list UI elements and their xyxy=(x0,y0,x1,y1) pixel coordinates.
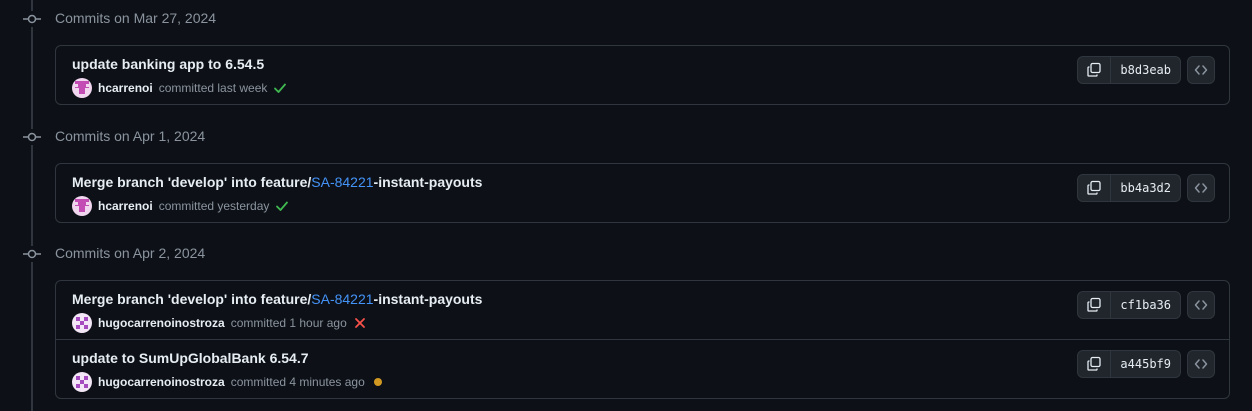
commit-row: Merge branch 'develop' into feature/SA-8… xyxy=(56,281,1229,339)
commit-message-text[interactable]: update banking app to 6.54.5 xyxy=(72,56,264,72)
commit-actions: bb4a3d2 xyxy=(1077,174,1215,202)
browse-code-icon[interactable] xyxy=(1187,350,1215,378)
commit-sha-link[interactable]: a445bf9 xyxy=(1111,351,1180,377)
commit-list: Merge branch 'develop' into feature/SA-8… xyxy=(55,280,1230,399)
avatar[interactable] xyxy=(72,372,92,392)
commit-actions: b8d3eab xyxy=(1077,56,1215,84)
commit-group-header: Commits on Apr 1, 2024 xyxy=(0,125,600,149)
commit-group-date: Commits on Apr 1, 2024 xyxy=(55,128,206,144)
issue-link[interactable]: SA-84221 xyxy=(311,291,373,307)
sha-button-group: bb4a3d2 xyxy=(1077,174,1181,202)
commit-sha-link[interactable]: b8d3eab xyxy=(1111,57,1180,83)
author-name[interactable]: hcarrenoi xyxy=(98,81,153,95)
commit-message[interactable]: Merge branch 'develop' into feature/SA-8… xyxy=(72,174,482,190)
author-name[interactable]: hugocarrenoinostroza xyxy=(98,316,225,330)
commit-message-text[interactable]: update to SumUpGlobalBank 6.54.7 xyxy=(72,350,309,366)
commit-time: committed last week xyxy=(158,81,268,95)
success-check-icon[interactable] xyxy=(273,81,287,95)
commit-node-icon xyxy=(23,246,41,262)
copy-icon[interactable] xyxy=(1078,57,1112,83)
commit-message-text[interactable]: -instant-payouts xyxy=(374,291,483,307)
avatar[interactable] xyxy=(72,196,92,216)
commit-message[interactable]: update to SumUpGlobalBank 6.54.7 xyxy=(72,350,309,366)
author-name[interactable]: hcarrenoi xyxy=(98,199,153,213)
commit-list: update banking app to 6.54.5 hcarrenoi c… xyxy=(55,45,1230,105)
commit-node-icon xyxy=(23,11,41,27)
pending-dot-icon[interactable] xyxy=(371,375,385,389)
success-check-icon[interactable] xyxy=(275,199,289,213)
commit-group-header: Commits on Mar 27, 2024 xyxy=(0,7,600,31)
commit-group-date: Commits on Apr 2, 2024 xyxy=(55,245,206,261)
commit-time: committed yesterday xyxy=(158,199,270,213)
commit-message[interactable]: Merge branch 'develop' into feature/SA-8… xyxy=(72,291,482,307)
commit-group-date: Commits on Mar 27, 2024 xyxy=(55,10,217,26)
commit-list: Merge branch 'develop' into feature/SA-8… xyxy=(55,163,1230,223)
browse-code-icon[interactable] xyxy=(1187,56,1215,84)
commit-meta: hugocarrenoinostroza committed 4 minutes… xyxy=(72,372,385,392)
copy-icon[interactable] xyxy=(1078,351,1112,377)
commit-row: update to SumUpGlobalBank 6.54.7 hugocar… xyxy=(56,339,1229,398)
sha-button-group: cf1ba36 xyxy=(1077,291,1181,319)
copy-icon[interactable] xyxy=(1078,175,1112,201)
commit-node-icon xyxy=(23,129,41,145)
failure-x-icon[interactable] xyxy=(353,316,367,330)
commit-message-text[interactable]: -instant-payouts xyxy=(374,174,483,190)
sha-button-group: b8d3eab xyxy=(1077,56,1181,84)
issue-link[interactable]: SA-84221 xyxy=(311,174,373,190)
commit-sha-link[interactable]: bb4a3d2 xyxy=(1111,175,1180,201)
commit-actions: cf1ba36 xyxy=(1077,291,1215,319)
commit-meta: hugocarrenoinostroza committed 1 hour ag… xyxy=(72,313,367,333)
commit-group-header: Commits on Apr 2, 2024 xyxy=(0,242,600,266)
commit-meta: hcarrenoi committed yesterday xyxy=(72,196,289,216)
author-name[interactable]: hugocarrenoinostroza xyxy=(98,375,225,389)
browse-code-icon[interactable] xyxy=(1187,291,1215,319)
commit-message-text[interactable]: Merge branch 'develop' into feature/ xyxy=(72,291,311,307)
copy-icon[interactable] xyxy=(1078,292,1112,318)
browse-code-icon[interactable] xyxy=(1187,174,1215,202)
commit-time: committed 4 minutes ago xyxy=(230,375,365,389)
avatar[interactable] xyxy=(72,313,92,333)
timeline-line xyxy=(31,0,33,411)
commit-meta: hcarrenoi committed last week xyxy=(72,78,287,98)
commit-time: committed 1 hour ago xyxy=(230,316,347,330)
commit-message[interactable]: update banking app to 6.54.5 xyxy=(72,56,264,72)
commit-message-text[interactable]: Merge branch 'develop' into feature/ xyxy=(72,174,311,190)
commit-actions: a445bf9 xyxy=(1077,350,1215,378)
commit-sha-link[interactable]: cf1ba36 xyxy=(1111,292,1180,318)
avatar[interactable] xyxy=(72,78,92,98)
commit-row: Merge branch 'develop' into feature/SA-8… xyxy=(56,164,1229,222)
commit-row: update banking app to 6.54.5 hcarrenoi c… xyxy=(56,46,1229,104)
sha-button-group: a445bf9 xyxy=(1077,350,1181,378)
